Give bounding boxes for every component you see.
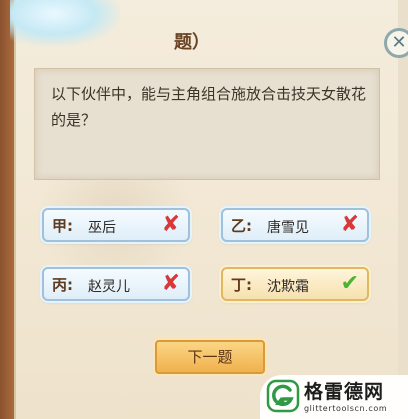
option-d-letter: 丁: <box>231 276 252 294</box>
check-mark-icon: ✔ <box>340 271 359 296</box>
option-d-name: 沈欺霜 <box>267 279 309 295</box>
close-button[interactable]: ✕ <box>384 28 408 58</box>
option-c-letter: 丙: <box>52 276 73 294</box>
close-icon: ✕ <box>391 32 407 53</box>
option-c[interactable]: 丙: 赵灵儿 ✘ <box>42 267 190 301</box>
quiz-title: 题） <box>174 32 210 53</box>
next-question-button[interactable]: 下一题 <box>155 340 265 374</box>
wrong-mark-icon: ✘ <box>161 212 180 237</box>
watermark-url: glittertoolscn.com <box>304 404 388 413</box>
site-watermark: 格雷德网 glittertoolscn.com <box>260 375 408 419</box>
option-a[interactable]: 甲: 巫后 ✘ <box>42 208 190 242</box>
option-a-letter: 甲: <box>52 217 73 235</box>
option-b[interactable]: 乙: 唐雪见 ✘ <box>221 208 369 242</box>
option-a-name: 巫后 <box>88 220 116 236</box>
watermark-title: 格雷德网 <box>304 381 385 403</box>
question-box: 以下伙伴中，能与主角组合施放合击技天女散花的是？ <box>34 68 380 180</box>
title-banner-decoration <box>10 0 120 46</box>
question-text: 以下伙伴中，能与主角组合施放合击技天女散花的是？ <box>51 85 367 129</box>
option-d[interactable]: 丁: 沈欺霜 ✔ <box>221 267 369 301</box>
wrong-mark-icon: ✘ <box>340 212 359 237</box>
option-b-name: 唐雪见 <box>267 220 309 236</box>
option-b-letter: 乙: <box>231 217 252 235</box>
wrong-mark-icon: ✘ <box>161 271 180 296</box>
option-c-name: 赵灵儿 <box>88 279 130 295</box>
g-logo-icon <box>266 379 300 413</box>
